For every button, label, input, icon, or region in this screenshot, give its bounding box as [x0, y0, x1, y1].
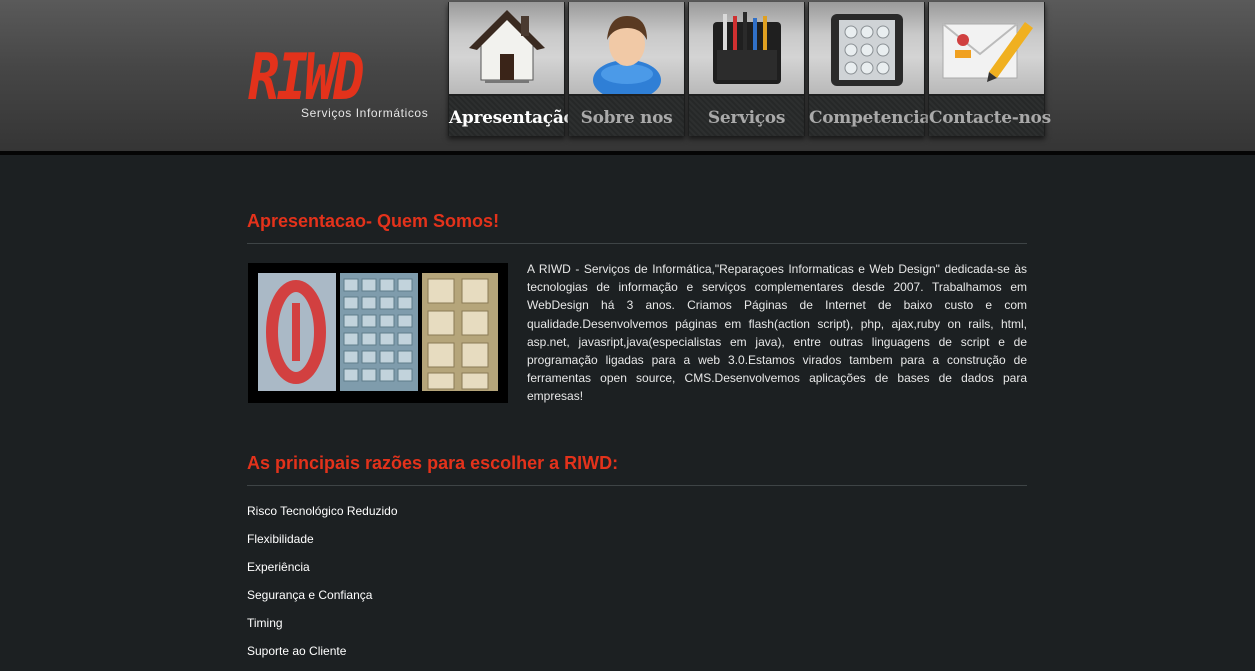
house-icon	[449, 2, 564, 94]
reasons-divider	[247, 485, 1027, 486]
reasons-title: As principais razões para escolher a RIW…	[247, 453, 619, 473]
nav-tab-contacte-nos[interactable]: Contacte-nos	[928, 2, 1051, 136]
nav-tab-apresentacao[interactable]: Apresentação	[448, 2, 575, 136]
nav-label-contacte-nos: Contacte-nos	[929, 108, 1051, 128]
logo-subtitle: Serviços Informáticos	[301, 106, 429, 120]
nav-label-apresentacao: Apresentação	[449, 108, 575, 128]
header-divider	[0, 151, 1255, 155]
list-item: Timing	[247, 616, 283, 630]
nav-label-sobre-nos: Sobre nos	[580, 108, 673, 128]
person-icon	[569, 2, 684, 94]
nav-tab-competencias[interactable]: Competencias	[808, 2, 940, 136]
intro-text: A RIWD - Serviços de Informática,"Repara…	[527, 262, 1027, 404]
nav-tab-servicos[interactable]: Serviços	[688, 2, 805, 136]
list-item: Segurança e Confiança	[247, 588, 373, 602]
list-item: Risco Tecnológico Reduzido	[247, 504, 398, 518]
intro-title: Apresentacao- Quem Somos!	[247, 211, 500, 231]
list-item: Experiência	[247, 560, 310, 574]
nav-tab-sobre-nos[interactable]: Sobre nos	[568, 2, 685, 136]
reasons-list: Risco Tecnológico Reduzido Flexibilidade…	[247, 503, 398, 671]
cd-binder-icon	[809, 2, 924, 94]
list-item: Flexibilidade	[247, 532, 314, 546]
nav-label-servicos: Serviços	[707, 108, 786, 128]
keyboard-keys-image	[248, 263, 508, 403]
list-item: Suporte ao Cliente	[247, 644, 347, 658]
mail-pencil-icon	[929, 2, 1044, 94]
intro-divider	[247, 243, 1027, 244]
pencil-case-icon	[689, 2, 804, 94]
nav-label-competencias: Competencias	[809, 108, 940, 128]
